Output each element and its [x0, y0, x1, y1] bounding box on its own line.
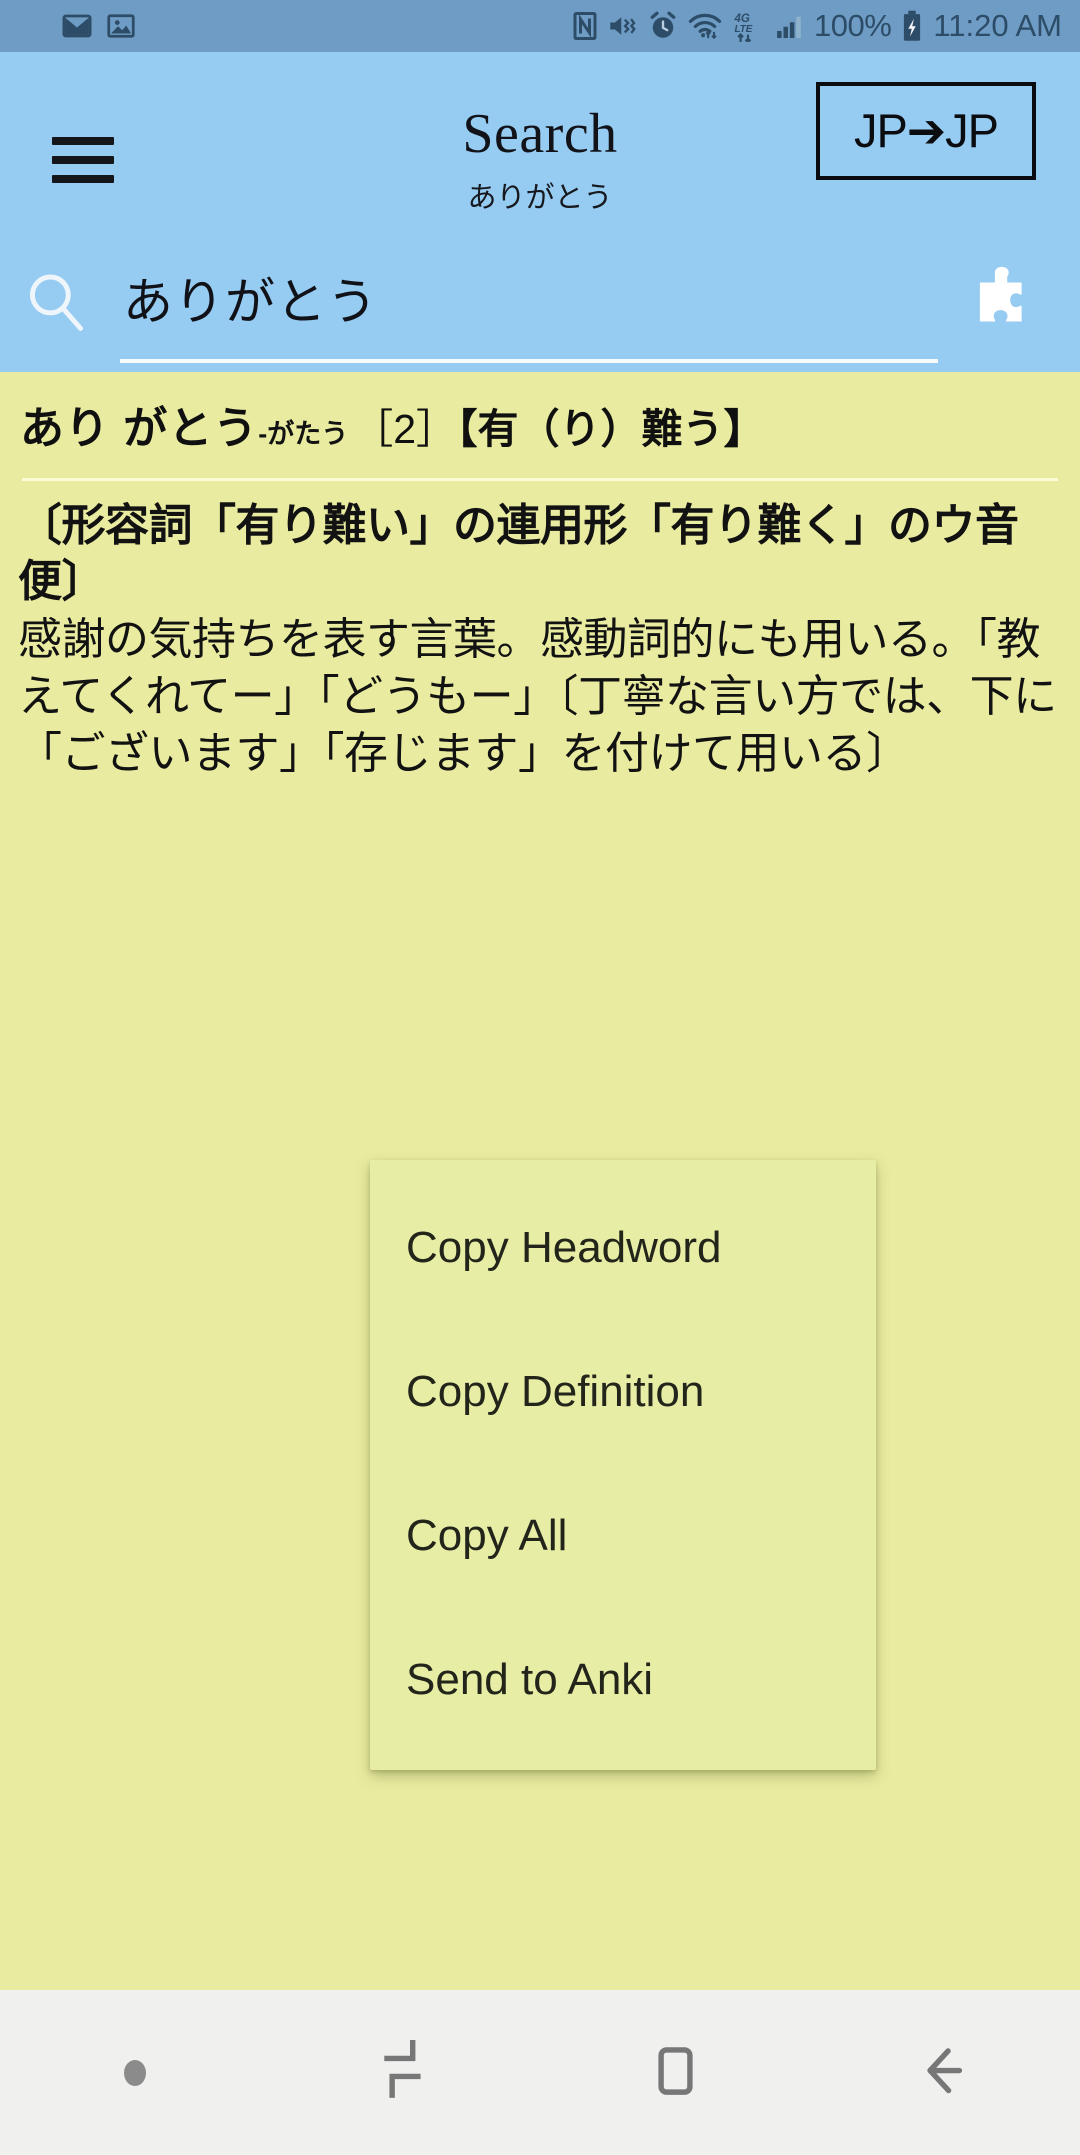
nfc-icon	[572, 11, 598, 41]
lte-icon: 4G LTE	[732, 10, 764, 42]
entry-divider	[22, 478, 1058, 481]
wifi-icon	[688, 11, 722, 41]
status-bar: 4G LTE 100% 11:20 AM	[0, 0, 1080, 52]
context-menu-popup: Copy Headword Copy Definition Copy All S…	[370, 1160, 876, 1770]
entry-headword: あり がとう	[20, 404, 259, 453]
clock-label: 11:20 AM	[933, 8, 1062, 43]
entry-definition: 感謝の気持ちを表す言葉。感動詞的にも用いる。「教えてくれてー」「どうもー」〔丁寧…	[18, 614, 1057, 778]
svg-text:LTE: LTE	[734, 24, 752, 35]
menu-item-copy-all[interactable]: Copy All	[370, 1464, 876, 1608]
nav-home-button[interactable]	[540, 1990, 810, 2155]
search-input-underline	[120, 359, 938, 363]
entry-headword-reading: -がたう	[258, 419, 349, 449]
entry-headword-row: あり がとう-がたう［2］【有（り）難う】	[20, 392, 1060, 456]
nav-back-button[interactable]	[810, 1990, 1080, 2155]
menu-item-copy-headword[interactable]: Copy Headword	[370, 1176, 876, 1320]
gmail-icon	[62, 11, 92, 41]
svg-text:4G: 4G	[733, 13, 749, 25]
menu-item-copy-definition[interactable]: Copy Definition	[370, 1320, 876, 1464]
dictionary-entry-content: あり がとう-がたう［2］【有（り）難う】 〔形容詞「有り難い」の連用形「有り難…	[0, 372, 1080, 1990]
page-subtitle: ありがとう	[467, 182, 613, 214]
search-icon[interactable]	[18, 264, 94, 340]
menu-item-send-to-anki[interactable]: Send to Anki	[370, 1608, 876, 1752]
entry-kanji-form: 【有（り）難う】	[457, 406, 765, 452]
nav-recents-button[interactable]	[270, 1990, 540, 2155]
entry-sense-number: ［2］	[352, 406, 458, 452]
home-icon	[639, 2034, 711, 2111]
nav-dot-indicator[interactable]	[0, 1990, 270, 2155]
puzzle-piece-icon[interactable]	[960, 262, 1046, 348]
vibrate-mute-icon	[608, 11, 638, 41]
language-direction-label: JP➔JP	[853, 104, 999, 157]
language-direction-toggle[interactable]: JP➔JP	[816, 82, 1036, 180]
signal-icon	[774, 11, 804, 41]
app-bar: Search ありがとう JP➔JP ありがとう	[0, 52, 1080, 372]
back-arrow-icon	[909, 2034, 981, 2111]
entry-definition-block: 〔形容詞「有り難い」の連用形「有り難く」のウ音便〕 感謝の気持ちを表す言葉。感動…	[18, 498, 1062, 782]
phone-screen: 4G LTE 100% 11:20 AM Search ありがとう JP➔JP …	[0, 0, 1080, 2155]
recents-icon	[369, 2034, 441, 2111]
search-bar: ありがとう	[0, 232, 1080, 372]
alarm-icon	[648, 11, 678, 41]
system-navigation-bar	[0, 1990, 1080, 2155]
image-icon	[106, 11, 136, 41]
status-bar-system: 4G LTE 100% 11:20 AM	[572, 8, 1062, 44]
battery-percent-label: 100%	[814, 8, 892, 43]
search-input[interactable]: ありがとう	[123, 262, 378, 334]
status-bar-notifications	[62, 11, 136, 41]
battery-charging-icon	[901, 10, 923, 42]
dot-icon	[124, 2059, 146, 2086]
entry-etymology: 〔形容詞「有り難い」の連用形「有り難く」のウ音便〕	[18, 501, 1019, 607]
